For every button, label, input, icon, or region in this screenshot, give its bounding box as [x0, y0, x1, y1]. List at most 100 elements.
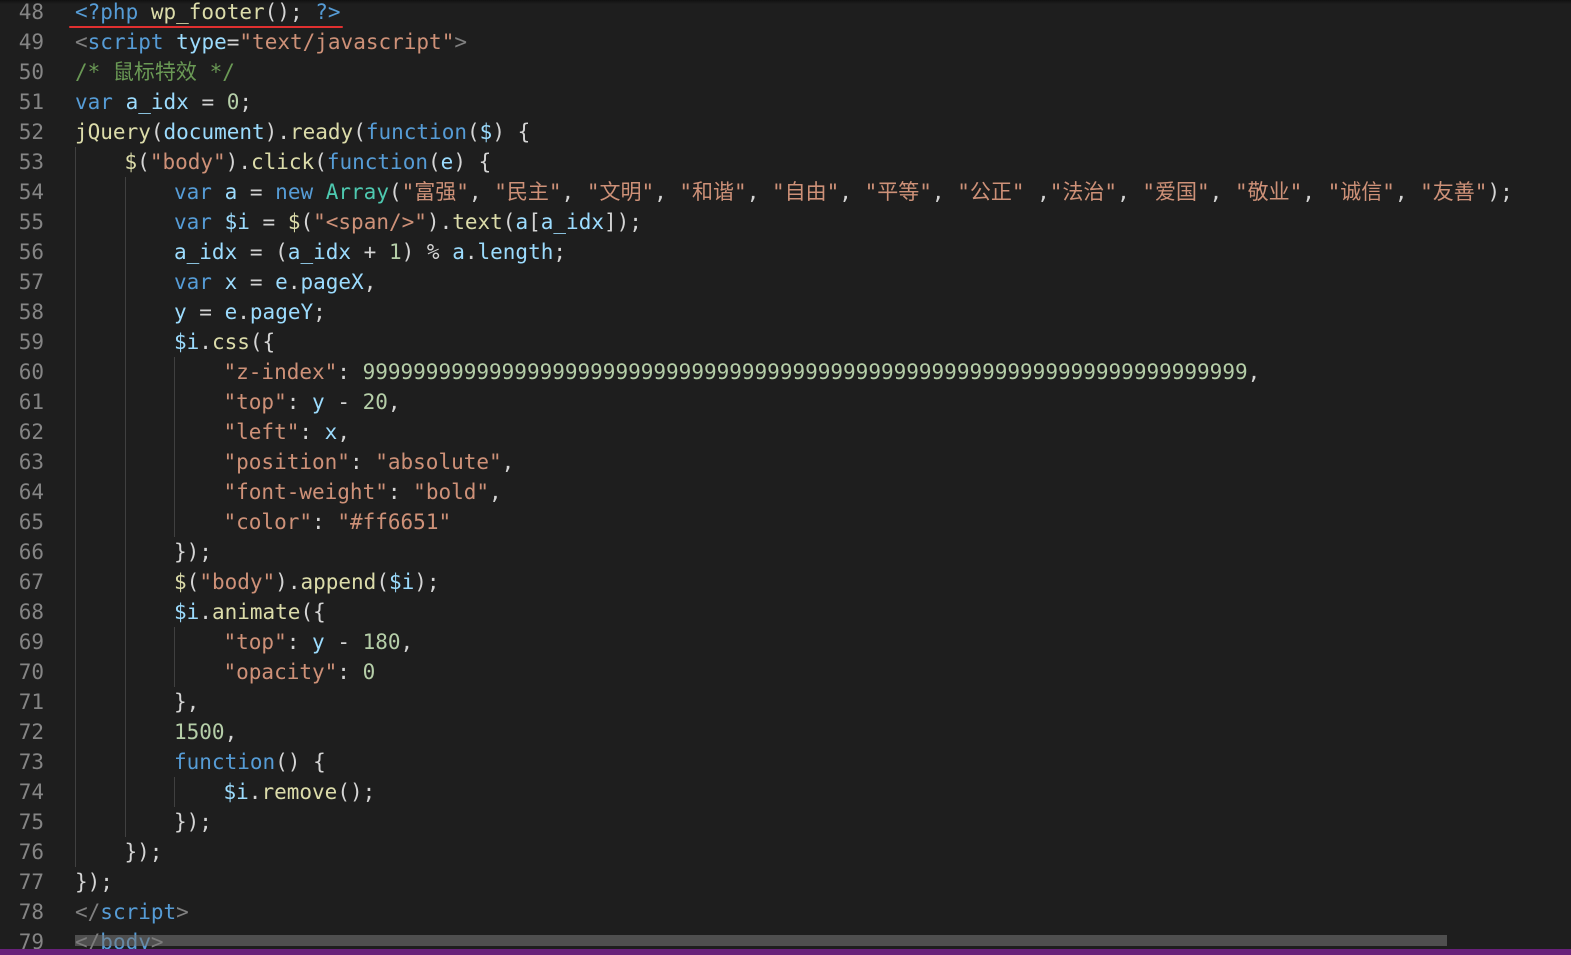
code-token: e	[275, 270, 288, 294]
indent-guide	[174, 417, 175, 447]
code-token: "body"	[149, 150, 226, 174]
line-number: 68	[18, 600, 44, 624]
line-number: 55	[18, 210, 44, 234]
code-line[interactable]: var a = new Array("富强", "民主", "文明", "和谐"…	[75, 177, 1571, 207]
code-content: 1500,	[174, 717, 237, 747]
code-line[interactable]: $i.animate({	[75, 597, 1571, 627]
line-number: 72	[18, 720, 44, 744]
code-token: = (	[237, 240, 288, 264]
code-token: wp_footer	[150, 0, 265, 24]
code-line[interactable]: y = e.pageY;	[75, 297, 1571, 327]
line-number: 59	[18, 330, 44, 354]
code-line[interactable]: /* 鼠标特效 */	[75, 57, 1571, 87]
line-number: 64	[18, 480, 44, 504]
code-line[interactable]: 1500,	[75, 717, 1571, 747]
code-token: :	[349, 450, 376, 474]
code-token: ();	[337, 780, 376, 804]
code-token: +	[351, 240, 389, 264]
indent-guide	[75, 477, 76, 507]
indent-guide	[124, 237, 126, 267]
code-area[interactable]: <?php wp_footer(); ?> <script type="text/…	[75, 0, 1571, 955]
line-number-gutter: 48 49 50 51 52 53 54 55 56 57 58 59 60 61 62 63 64 65 66 67…	[0, 0, 58, 955]
code-token: ,	[1024, 180, 1050, 204]
code-token: script	[87, 30, 177, 54]
code-line[interactable]: "z-index": 99999999999999999999999999999…	[75, 357, 1571, 387]
code-line[interactable]: a_idx = (a_idx + 1) % a.length;	[75, 237, 1571, 267]
code-token: $i	[388, 570, 415, 594]
code-line[interactable]: var a_idx = 0;	[75, 87, 1571, 117]
code-line[interactable]: "font-weight": "bold",	[75, 477, 1571, 507]
code-line[interactable]: "color": "#ff6651"	[75, 507, 1571, 537]
code-token: <	[75, 30, 88, 54]
code-line[interactable]: },	[75, 687, 1571, 717]
code-line[interactable]: });	[75, 867, 1571, 897]
code-token: 0	[362, 660, 376, 684]
code-token: ;	[239, 90, 253, 114]
code-line[interactable]: <?php wp_footer(); ?>	[75, 0, 1571, 27]
code-line[interactable]: });	[75, 837, 1571, 867]
code-line[interactable]: jQuery(document).ready(function($) {	[75, 117, 1571, 147]
code-token: });	[174, 540, 212, 564]
code-token: ,	[654, 180, 680, 204]
indent-guide	[75, 447, 76, 477]
code-token: a_idx	[287, 240, 352, 264]
code-line[interactable]: "opacity": 0	[75, 657, 1571, 687]
code-token: x	[324, 420, 338, 444]
code-token: "平等"	[864, 180, 932, 204]
horizontal-scrollbar[interactable]	[75, 935, 1447, 946]
code-token: document	[163, 120, 265, 144]
code-line[interactable]: });	[75, 537, 1571, 567]
code-token: append	[300, 570, 377, 594]
code-line[interactable]: });	[75, 807, 1571, 837]
code-line[interactable]: <script type="text/javascript">	[75, 27, 1571, 57]
indent-guide	[124, 567, 126, 597]
line-number: 48	[18, 0, 44, 24]
code-token: "opacity"	[223, 660, 338, 684]
code-token: );	[414, 570, 440, 594]
code-token: a	[224, 180, 238, 204]
code-content: var a = new Array("富强", "民主", "文明", "和谐"…	[174, 177, 1513, 207]
code-token: var	[75, 90, 126, 114]
code-token: "敬业"	[1234, 180, 1303, 204]
code-token: y	[312, 390, 325, 414]
code-line[interactable]: "left": x,	[75, 417, 1571, 447]
line-number: 66	[18, 540, 44, 564]
code-token: =	[188, 90, 227, 114]
code-line[interactable]: $i.remove();	[75, 777, 1571, 807]
line-number: 51	[18, 90, 44, 114]
code-token: ).	[264, 120, 290, 144]
indent-guide	[174, 777, 175, 807]
code-token: >	[454, 30, 467, 54]
line-number: 76	[18, 840, 44, 864]
code-token: .	[237, 300, 250, 324]
code-token: a	[515, 210, 529, 234]
code-token: 9999999999999999999999999999999999999999…	[362, 360, 1248, 384]
code-editor[interactable]: 48 49 50 51 52 53 54 55 56 57 58 59 60 61 62 63 64 65 66 67…	[0, 0, 1571, 955]
indent-guide	[75, 147, 76, 177]
code-content: $i.css({	[174, 327, 275, 357]
code-token: "body"	[199, 570, 276, 594]
code-content: function() {	[174, 747, 326, 777]
code-token: ).	[225, 150, 251, 174]
line-number: 67	[18, 570, 44, 594]
code-line[interactable]: var $i = $("<span/>").text(a[a_idx]);	[75, 207, 1571, 237]
code-token: a_idx	[174, 240, 238, 264]
code-line[interactable]: $i.css({	[75, 327, 1571, 357]
code-line[interactable]: $("body").append($i);	[75, 567, 1571, 597]
code-line[interactable]: function() {	[75, 747, 1571, 777]
code-token: ({	[300, 600, 326, 624]
code-token: ({	[249, 330, 276, 354]
code-token: ?>	[315, 0, 341, 24]
code-line[interactable]: $("body").click(function(e) {	[75, 147, 1571, 177]
code-line[interactable]: "position": "absolute",	[75, 447, 1571, 477]
code-content: jQuery(document).ready(function($) {	[75, 117, 530, 147]
code-token: .	[199, 330, 212, 354]
code-line[interactable]: var x = e.pageX,	[75, 267, 1571, 297]
code-line[interactable]: "top": y - 180,	[75, 627, 1571, 657]
code-line[interactable]: "top": y - 20,	[75, 387, 1571, 417]
indent-guide	[75, 357, 76, 387]
line-number: 75	[18, 810, 44, 834]
code-token: $	[479, 120, 493, 144]
code-token: });	[174, 810, 212, 834]
code-line[interactable]: </script>	[75, 897, 1571, 927]
